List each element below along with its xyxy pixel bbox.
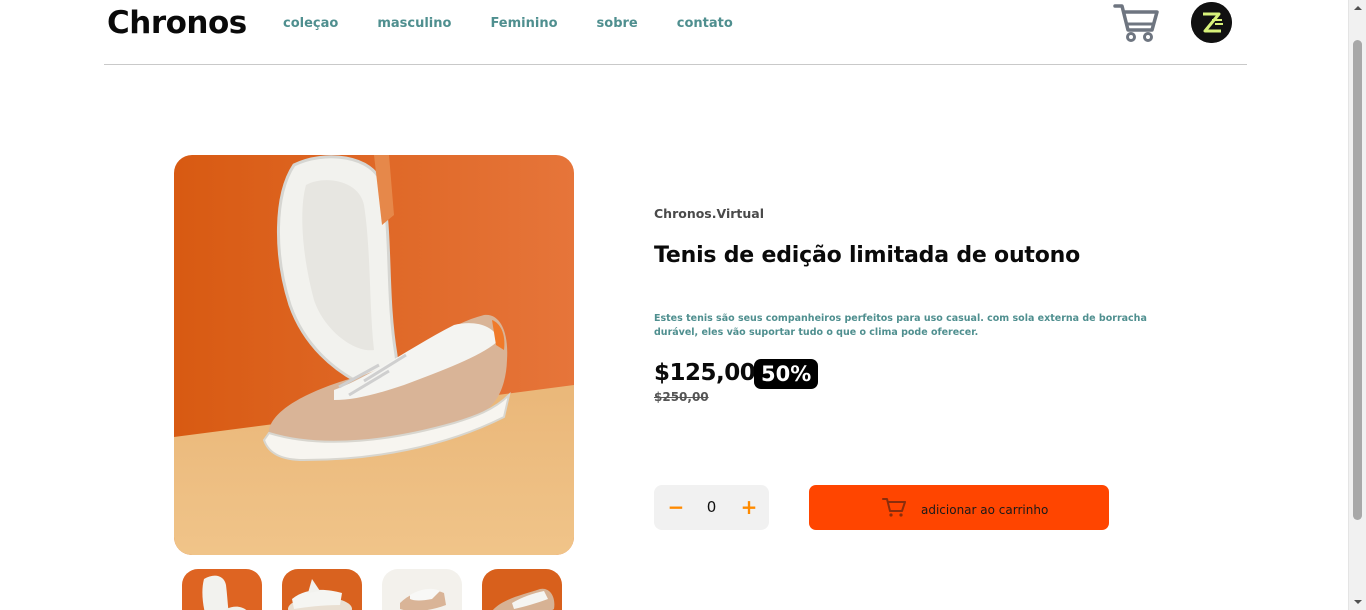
product-page: Chronos coleçao masculino Feminino sobre… xyxy=(0,0,1348,610)
nav-link-masculino[interactable]: masculino xyxy=(377,16,451,31)
product-title: Tenis de edição limitada de outono xyxy=(654,243,1081,268)
product-main-image[interactable] xyxy=(174,155,574,555)
decrease-quantity-button[interactable]: − xyxy=(666,496,686,518)
thumbnail-2[interactable] xyxy=(282,569,362,610)
site-header: Chronos coleçao masculino Feminino sobre… xyxy=(104,0,1247,65)
nav-link-colecao[interactable]: coleçao xyxy=(283,16,338,31)
thumbnail-list xyxy=(182,569,562,610)
thumbnail-3[interactable] xyxy=(382,569,462,610)
quantity-stepper: − 0 + xyxy=(654,485,769,530)
cart-icon xyxy=(882,498,906,517)
avatar-logo-icon xyxy=(1191,2,1232,43)
nav-link-feminino[interactable]: Feminino xyxy=(490,16,557,31)
cart-button[interactable] xyxy=(1112,0,1160,44)
scrollbar-thumb[interactable] xyxy=(1353,40,1362,520)
avatar[interactable] xyxy=(1191,2,1232,43)
vertical-scrollbar[interactable] xyxy=(1348,0,1366,610)
product-description: Estes tenis são seus companheiros perfei… xyxy=(654,313,1147,338)
add-to-cart-button[interactable]: adicionar ao carrinho xyxy=(809,485,1109,530)
thumbnail-4[interactable] xyxy=(482,569,562,610)
scroll-up-arrow-icon[interactable] xyxy=(1349,0,1366,17)
old-price: $250,00 xyxy=(654,390,709,404)
product-brand: Chronos.Virtual xyxy=(654,206,764,221)
nav-link-contato[interactable]: contato xyxy=(677,16,733,31)
thumbnail-1[interactable] xyxy=(182,569,262,610)
discount-badge: 50% xyxy=(754,359,819,389)
nav-link-sobre[interactable]: sobre xyxy=(597,16,638,31)
sneaker-photo xyxy=(174,155,574,555)
shopping-cart-icon xyxy=(1113,4,1159,42)
quantity-value: 0 xyxy=(706,498,717,516)
product-price: $125,00 xyxy=(654,360,756,386)
site-logo[interactable]: Chronos xyxy=(107,5,247,41)
increase-quantity-button[interactable]: + xyxy=(739,496,759,518)
main-nav: coleçao masculino Feminino sobre contato xyxy=(283,16,772,31)
add-to-cart-label: adicionar ao carrinho xyxy=(921,503,1049,517)
scroll-down-arrow-icon[interactable] xyxy=(1349,593,1366,610)
